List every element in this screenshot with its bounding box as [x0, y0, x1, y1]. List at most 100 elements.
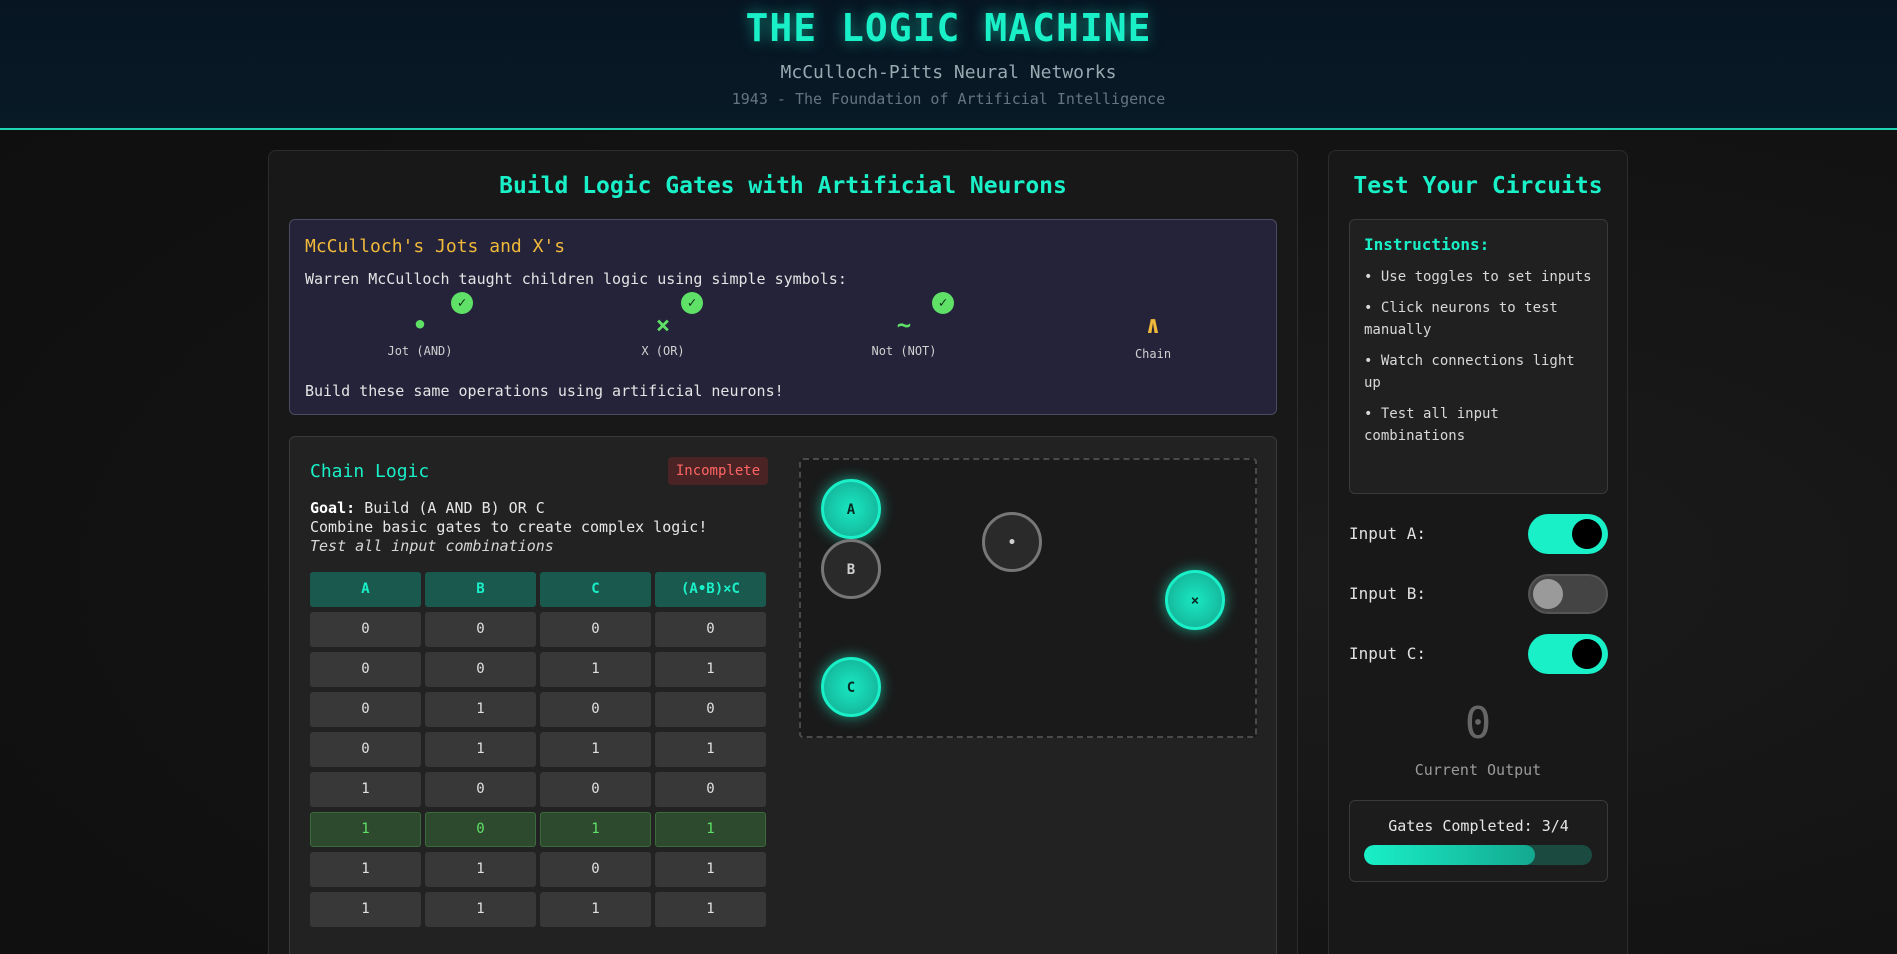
status-badge: Incomplete — [668, 457, 768, 485]
symbol-label: Chain — [1134, 347, 1172, 361]
app-title: THE LOGIC MACHINE — [745, 6, 1152, 50]
table-cell: 1 — [310, 892, 421, 927]
chain-icon: ∧ — [1145, 311, 1161, 339]
table-cell: 1 — [425, 732, 536, 767]
not-icon: ~ — [896, 311, 912, 339]
table-row: 0000 — [310, 612, 770, 647]
neuron-c[interactable]: C — [821, 657, 881, 717]
current-output-value: 0 — [1464, 698, 1492, 749]
table-cell: 1 — [425, 892, 536, 927]
input-b-label: Input B: — [1349, 584, 1427, 603]
table-cell: 0 — [540, 772, 651, 807]
x-icon: × — [655, 311, 671, 339]
truth-table: A B C (A•B)×C 00000011010001111000101111… — [310, 572, 770, 932]
table-cell: 0 — [655, 612, 766, 647]
jots-title: McCulloch's Jots and X's — [305, 236, 566, 257]
table-cell: 1 — [540, 732, 651, 767]
table-cell: 1 — [655, 652, 766, 687]
goal-text: Build (A AND B) OR C — [364, 499, 545, 517]
table-cell: 1 — [310, 812, 421, 847]
symbol-not: ~ Not (NOT) — [804, 310, 1004, 358]
input-b-toggle[interactable] — [1528, 574, 1608, 614]
table-cell: 1 — [425, 692, 536, 727]
header-cell: A — [310, 572, 421, 607]
input-b-row: Input B: — [1349, 574, 1608, 614]
jots-intro: Warren McCulloch taught children logic u… — [305, 270, 847, 288]
table-cell: 0 — [425, 612, 536, 647]
table-cell: 0 — [310, 692, 421, 727]
goal-hint: Test all input combinations — [310, 537, 554, 555]
neuron-and-gate[interactable]: • — [982, 512, 1042, 572]
test-panel: Test Your Circuits Instructions: • Use t… — [1328, 150, 1628, 954]
toggle-knob — [1572, 519, 1602, 549]
progress-label: Gates Completed: 3/4 — [1388, 817, 1569, 835]
current-output-label: Current Output — [1414, 761, 1542, 779]
progress-track — [1364, 845, 1592, 865]
header-cell: C — [540, 572, 651, 607]
goal-label: Goal: — [310, 499, 356, 517]
table-row: 1101 — [310, 852, 770, 887]
check-icon: ✓ — [451, 292, 473, 314]
table-cell: 1 — [655, 732, 766, 767]
table-cell: 0 — [425, 652, 536, 687]
instruction-item: • Use toggles to set inputs — [1364, 269, 1592, 285]
year-line: 1943 - The Foundation of Artificial Inte… — [731, 90, 1166, 108]
jots-info-box: McCulloch's Jots and X's Warren McCulloc… — [289, 219, 1277, 415]
header-cell: (A•B)×C — [655, 572, 766, 607]
table-cell: 1 — [310, 852, 421, 887]
truth-table-header: A B C (A•B)×C — [310, 572, 770, 607]
table-cell: 1 — [540, 812, 651, 847]
table-cell: 1 — [540, 892, 651, 927]
neuron-canvas[interactable]: A B • × C — [799, 458, 1257, 738]
table-cell: 0 — [310, 652, 421, 687]
table-cell: 0 — [540, 612, 651, 647]
input-a-row: Input A: — [1349, 514, 1608, 554]
app-subtitle: McCulloch-Pitts Neural Networks — [780, 62, 1117, 83]
jots-outro: Build these same operations using artifi… — [305, 382, 784, 400]
check-icon: ✓ — [932, 292, 954, 314]
input-a-toggle[interactable] — [1528, 514, 1608, 554]
table-cell: 0 — [310, 732, 421, 767]
input-a-label: Input A: — [1349, 524, 1427, 543]
symbol-chain: ∧ Chain — [1053, 310, 1253, 361]
jot-icon: • — [412, 311, 428, 339]
table-row: 0111 — [310, 732, 770, 767]
table-row: 0100 — [310, 692, 770, 727]
input-c-toggle[interactable] — [1528, 634, 1608, 674]
instruction-item: • Click neurons to test manually — [1364, 300, 1558, 338]
neuron-a[interactable]: A — [821, 479, 881, 539]
progress-fill — [1364, 845, 1535, 865]
table-cell: 0 — [540, 692, 651, 727]
input-c-row: Input C: — [1349, 634, 1608, 674]
toggle-knob — [1533, 579, 1563, 609]
table-cell: 0 — [310, 612, 421, 647]
app-header: THE LOGIC MACHINE McCulloch-Pitts Neural… — [0, 0, 1897, 130]
table-row: 1011 — [310, 812, 770, 847]
symbol-x: × X (OR) — [563, 310, 763, 358]
table-cell: 1 — [655, 812, 766, 847]
goal-description: Combine basic gates to create complex lo… — [310, 518, 708, 536]
challenge-title: Chain Logic — [310, 461, 430, 482]
builder-panel: Build Logic Gates with Artificial Neuron… — [268, 150, 1298, 954]
table-cell: 0 — [655, 692, 766, 727]
challenge-goal: Goal: Build (A AND B) OR C Combine basic… — [310, 499, 707, 556]
table-cell: 0 — [540, 852, 651, 887]
table-cell: 1 — [425, 852, 536, 887]
table-row: 0011 — [310, 652, 770, 687]
table-cell: 0 — [425, 772, 536, 807]
neuron-or-gate[interactable]: × — [1165, 570, 1225, 630]
symbol-label: Jot (AND) — [387, 344, 453, 358]
symbol-jot: • Jot (AND) — [320, 310, 520, 358]
table-cell: 0 — [425, 812, 536, 847]
check-icon: ✓ — [681, 292, 703, 314]
table-cell: 1 — [310, 772, 421, 807]
challenge-card: Chain Logic Incomplete Goal: Build (A AN… — [289, 436, 1277, 954]
toggle-knob — [1572, 639, 1602, 669]
table-row: 1111 — [310, 892, 770, 927]
test-panel-title: Test Your Circuits — [1353, 173, 1603, 199]
header-cell: B — [425, 572, 536, 607]
table-cell: 1 — [655, 892, 766, 927]
symbol-label: Not (NOT) — [871, 344, 937, 358]
neuron-b[interactable]: B — [821, 539, 881, 599]
table-cell: 1 — [540, 652, 651, 687]
